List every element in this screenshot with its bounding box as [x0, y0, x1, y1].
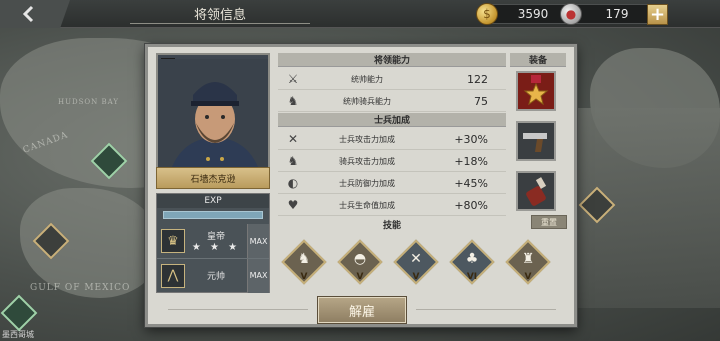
rank-max-badge: MAX — [247, 224, 269, 258]
fortress-icon: ♜ — [521, 251, 535, 267]
gold-coin-icon: $ — [476, 3, 498, 25]
attack-icon: ✕ — [287, 132, 299, 146]
bonus-label: 骑兵攻击力加成 — [339, 156, 395, 166]
map-label-hudson: HUDSON BAY — [58, 98, 120, 106]
skill-slot[interactable]: ♜ V — [505, 239, 551, 285]
rank-stars: ★ ★ ★ — [191, 242, 241, 253]
rank-row: ♛ 皇帝 ★ ★ ★ MAX — [157, 224, 269, 258]
experience-box: EXP ♛ 皇帝 ★ ★ ★ MAX ⋀ 元帅 MAX — [156, 193, 270, 293]
general-info-panel: ♞ 石墙杰克逊 EXP ♛ 皇帝 ★ ★ ★ MAX — [145, 44, 577, 327]
skill-level: V — [300, 272, 308, 282]
bonus-label: 士兵防御力加成 — [339, 178, 395, 188]
rank-title: 皇帝 — [206, 232, 225, 242]
gold-counter: $ 3590 — [476, 3, 568, 25]
exp-label: EXP — [157, 194, 269, 208]
add-currency-button[interactable]: + — [647, 4, 668, 25]
heart-icon: ♥ — [287, 198, 299, 212]
military-title: 元帅 — [206, 272, 225, 282]
skill-level: VI — [466, 272, 478, 282]
crossed-swords-icon: ⚔ — [287, 72, 299, 86]
skills-header: 技能 — [382, 220, 401, 231]
abilities-header: 将领能力 — [278, 53, 506, 67]
skill-slot[interactable]: ✕ V — [393, 239, 439, 285]
skill-slot[interactable]: ♣ VI — [449, 239, 495, 285]
bonus-value: +30% — [454, 132, 488, 146]
silver-coin-icon: ● — [560, 3, 582, 25]
bonus-label: 士兵生命值加成 — [339, 200, 395, 210]
crown-icon: ♛ — [161, 229, 185, 253]
equipment-slot-bottle[interactable] — [516, 171, 556, 211]
skill-level: V — [412, 272, 420, 282]
bonus-row: ✕ 士兵攻击力加成 +30% — [278, 129, 506, 150]
equipment-header: 装备 — [510, 53, 566, 67]
horse-icon: ♞ — [297, 251, 311, 267]
ability-row: ⚔ 统帅能力 122 — [278, 69, 506, 90]
military-rank-row: ⋀ 元帅 MAX — [157, 258, 269, 293]
bonus-value: +80% — [454, 198, 488, 212]
ability-label: 统帅骑兵能力 — [343, 96, 391, 106]
exp-progress-bar — [163, 211, 263, 219]
horse-head-icon: ♞ — [287, 94, 299, 108]
divider — [168, 309, 308, 310]
silver-counter: ● 179 — [560, 3, 652, 25]
bonus-value: +18% — [454, 154, 488, 168]
bonus-row: ♥ 士兵生命值加成 +80% — [278, 195, 506, 216]
soldier-bonus-header: 士兵加成 — [278, 113, 506, 127]
bonus-label: 士兵攻击力加成 — [339, 134, 395, 144]
skill-slot[interactable]: ◓ V — [337, 239, 383, 285]
top-bar: 将领信息 $ 3590 ● 179 + — [0, 0, 720, 28]
equipment-slot-medal[interactable] — [516, 71, 556, 111]
bonus-value: +45% — [454, 176, 488, 190]
skill-level: V — [356, 272, 364, 282]
chevron-rank-icon: ⋀ — [161, 263, 185, 288]
pine-trees-icon: ♣ — [465, 251, 479, 267]
equipment-slot-pistol[interactable] — [516, 121, 556, 161]
general-portrait-image — [158, 59, 268, 179]
helmet-icon: ◓ — [353, 251, 367, 267]
medal-icon — [523, 75, 549, 106]
pistol-icon — [523, 133, 547, 152]
map-label-gulf: GULF OF MEXICO — [30, 283, 131, 293]
back-arrow-icon — [22, 5, 34, 23]
divider — [416, 309, 556, 310]
shield-icon: ◐ — [287, 176, 299, 190]
page-title: 将领信息 — [130, 4, 310, 24]
dismiss-button[interactable]: 解雇 — [317, 296, 407, 324]
bonus-row: ◐ 士兵防御力加成 +45% — [278, 173, 506, 194]
city-name-label: 墨西哥城 — [2, 330, 34, 339]
back-button[interactable] — [0, 0, 70, 28]
reset-skills-button[interactable]: 重置 — [531, 215, 567, 229]
ability-label: 统帅能力 — [351, 74, 383, 84]
skill-level: V — [524, 272, 532, 282]
bottle-icon — [526, 177, 547, 206]
skill-slot[interactable]: ♞ V — [281, 239, 327, 285]
ability-row: ♞ 统帅骑兵能力 75 — [278, 91, 506, 112]
general-name: 石墙杰克逊 — [156, 167, 270, 189]
bonus-row: ♞ 骑兵攻击力加成 +18% — [278, 151, 506, 172]
ability-value: 75 — [474, 94, 488, 108]
crossed-rifles-icon: ✕ — [410, 251, 422, 267]
gold-amount: 3590 — [492, 4, 568, 24]
ability-value: 122 — [467, 72, 488, 86]
military-max-badge: MAX — [247, 258, 269, 293]
cavalry-icon: ♞ — [287, 154, 299, 168]
city-marker[interactable] — [0, 294, 38, 332]
silver-amount: 179 — [576, 4, 652, 24]
